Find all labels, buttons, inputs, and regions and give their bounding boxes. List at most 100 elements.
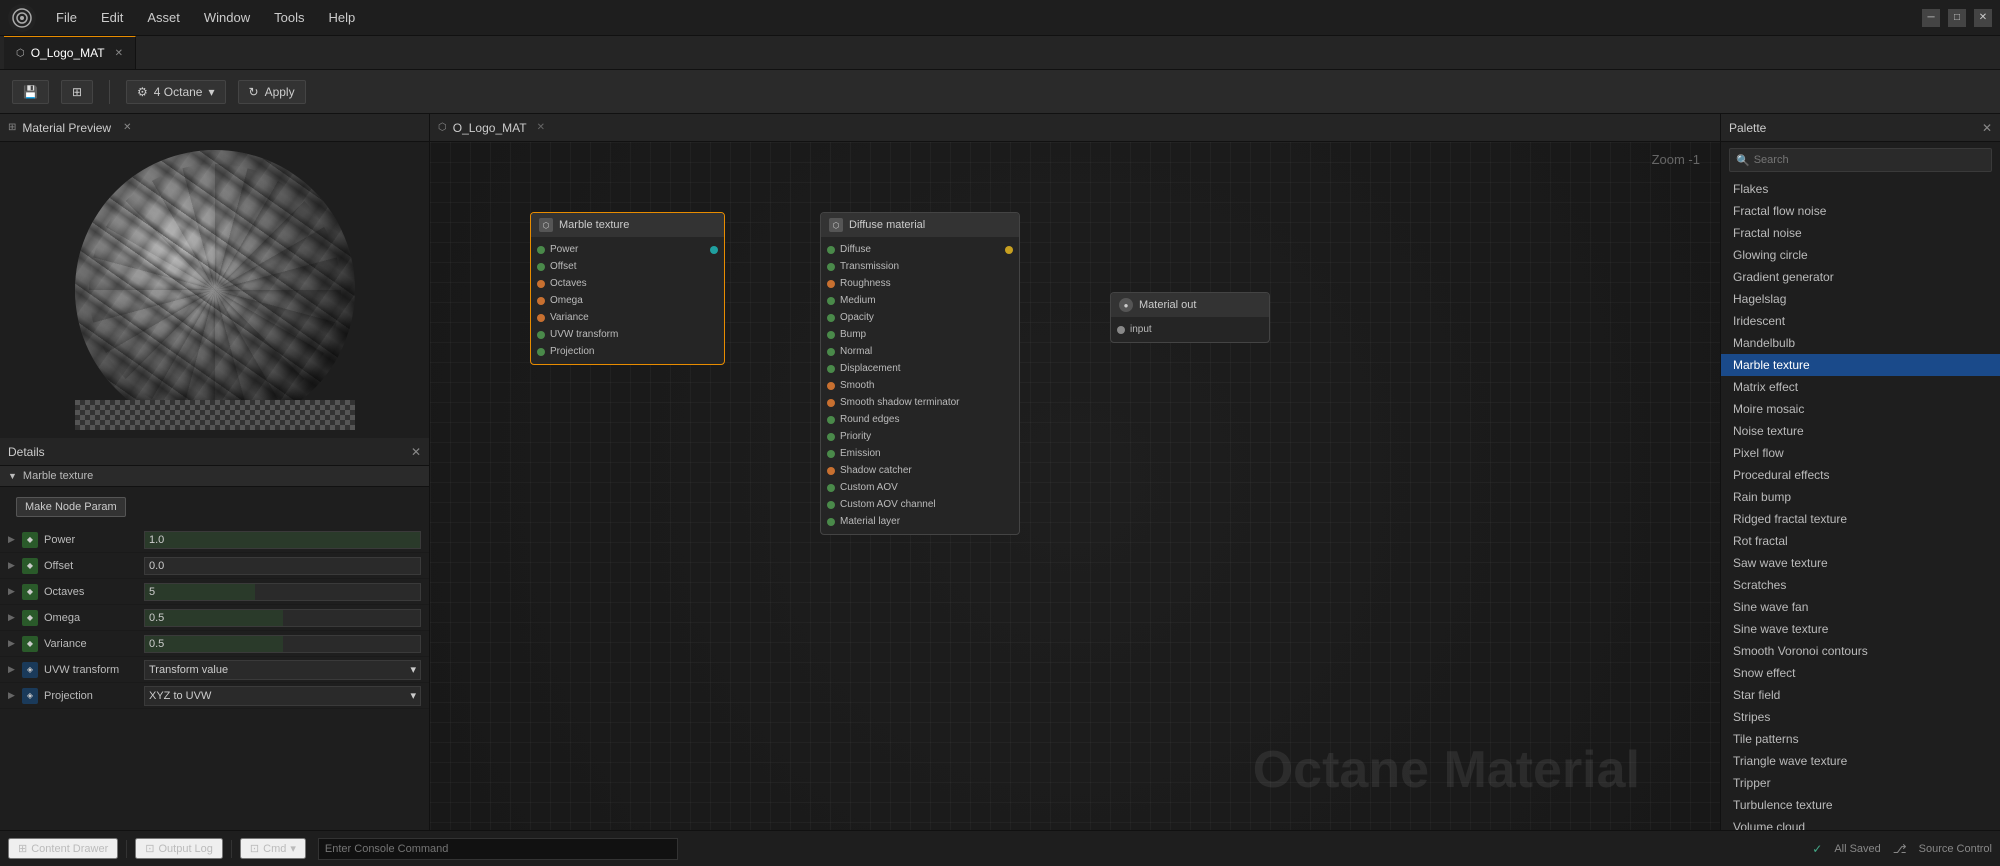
param-value-power[interactable]: 1.0: [144, 531, 421, 549]
param-expand-omega[interactable]: ▶: [8, 612, 18, 623]
param-icon-octaves: ◆: [22, 584, 38, 600]
settings-button[interactable]: ⊞: [61, 80, 93, 104]
palette-item[interactable]: Matrix effect: [1721, 376, 2000, 398]
palette-item[interactable]: Scratches: [1721, 574, 2000, 596]
palette-item[interactable]: Glowing circle: [1721, 244, 2000, 266]
param-value-omega[interactable]: 0.5: [144, 609, 421, 627]
menu-tools[interactable]: Tools: [270, 8, 308, 27]
palette-item[interactable]: Marble texture: [1721, 354, 2000, 376]
palette-item[interactable]: Rot fractal: [1721, 530, 2000, 552]
menu-help[interactable]: Help: [324, 8, 359, 27]
palette-item[interactable]: Flakes: [1721, 178, 2000, 200]
minimize-button[interactable]: ─: [1922, 9, 1940, 27]
palette-close-button[interactable]: ✕: [1982, 121, 1992, 135]
node-diffuse-material[interactable]: ⬡ Diffuse material Diffuse Transmission: [820, 212, 1020, 535]
port-label-bump: Bump: [840, 329, 866, 340]
cmd-button[interactable]: ⊡ Cmd ▾: [240, 838, 306, 859]
port-label-offset: Offset: [550, 261, 577, 272]
canvas-header: ⬡ O_Logo_MAT ✕: [430, 114, 1720, 142]
palette-item[interactable]: Ridged fractal texture: [1721, 508, 2000, 530]
menu-edit[interactable]: Edit: [97, 8, 127, 27]
save-icon: 💾: [23, 85, 38, 99]
palette-item[interactable]: Gradient generator: [1721, 266, 2000, 288]
tab-material[interactable]: ⬡ O_Logo_MAT ✕: [4, 36, 136, 69]
palette-item[interactable]: Fractal flow noise: [1721, 200, 2000, 222]
node-ports-material-out: input: [1111, 317, 1269, 342]
node-marble-texture[interactable]: ⬡ Marble texture Power Offset: [530, 212, 725, 365]
close-button[interactable]: ✕: [1974, 9, 1992, 27]
tab-close-button[interactable]: ✕: [115, 48, 123, 59]
param-text-projection: XYZ to UVW: [149, 690, 211, 702]
palette-item[interactable]: Sine wave texture: [1721, 618, 2000, 640]
param-expand-octaves[interactable]: ▶: [8, 586, 18, 597]
palette-item[interactable]: Stripes: [1721, 706, 2000, 728]
palette-item[interactable]: Snow effect: [1721, 662, 2000, 684]
node-material-out[interactable]: ● Material out input: [1110, 292, 1270, 343]
all-saved-label: All Saved: [1834, 843, 1880, 855]
canvas-area[interactable]: ⬡ O_Logo_MAT ✕ Zoom -1 Octane Material ⬡…: [430, 114, 1720, 830]
palette-search-input[interactable]: [1754, 149, 1985, 171]
palette-item[interactable]: Hagelslag: [1721, 288, 2000, 310]
make-node-param-button[interactable]: Make Node Param: [16, 497, 126, 517]
menu-file[interactable]: File: [52, 8, 81, 27]
palette-item[interactable]: Noise texture: [1721, 420, 2000, 442]
palette-item[interactable]: Sine wave fan: [1721, 596, 2000, 618]
port-dot-round-edges: [827, 416, 835, 424]
node-header-material-out: ● Material out: [1111, 293, 1269, 317]
palette-item[interactable]: Moire mosaic: [1721, 398, 2000, 420]
octane-button[interactable]: ⚙ 4 Octane ▾: [126, 80, 226, 104]
palette-item[interactable]: Turbulence texture: [1721, 794, 2000, 816]
tab-label: O_Logo_MAT: [31, 46, 105, 60]
section-arrow-icon: ▼: [8, 471, 17, 481]
save-button[interactable]: 💾: [12, 80, 49, 104]
canvas-content[interactable]: Zoom -1 Octane Material ⬡ Marble texture: [430, 142, 1720, 830]
param-expand-offset[interactable]: ▶: [8, 560, 18, 571]
port-label-emission: Emission: [840, 448, 881, 459]
output-log-button[interactable]: ⊡ Output Log: [135, 838, 223, 859]
palette-item[interactable]: Tripper: [1721, 772, 2000, 794]
content-drawer-button[interactable]: ⊞ Content Drawer: [8, 838, 118, 859]
palette-item[interactable]: Tile patterns: [1721, 728, 2000, 750]
octane-watermark: Octane Material: [1253, 740, 1640, 800]
param-value-octaves[interactable]: 5: [144, 583, 421, 601]
palette-item[interactable]: Smooth Voronoi contours: [1721, 640, 2000, 662]
marble-texture-section[interactable]: ▼ Marble texture: [0, 466, 429, 487]
console-input[interactable]: [318, 838, 678, 860]
search-icon: 🔍: [1736, 154, 1750, 167]
palette-item[interactable]: Mandelbulb: [1721, 332, 2000, 354]
status-divider-2: [231, 840, 232, 858]
palette-item[interactable]: Saw wave texture: [1721, 552, 2000, 574]
param-value-variance[interactable]: 0.5: [144, 635, 421, 653]
menu-window[interactable]: Window: [200, 8, 254, 27]
port-octaves: Octaves: [531, 275, 724, 292]
param-expand-variance[interactable]: ▶: [8, 638, 18, 649]
port-dot-omega: [537, 297, 545, 305]
palette-item[interactable]: Fractal noise: [1721, 222, 2000, 244]
canvas-tab-close[interactable]: ✕: [537, 122, 545, 133]
port-offset: Offset: [531, 258, 724, 275]
param-value-offset[interactable]: 0.0: [144, 557, 421, 575]
param-expand-projection[interactable]: ▶: [8, 690, 18, 701]
menu-asset[interactable]: Asset: [143, 8, 184, 27]
param-expand-uvw[interactable]: ▶: [8, 664, 18, 675]
content-drawer-label: Content Drawer: [31, 843, 108, 855]
param-value-projection[interactable]: XYZ to UVW ▾: [144, 686, 421, 706]
apply-button[interactable]: ↻ Apply: [238, 80, 306, 104]
palette-item[interactable]: Triangle wave texture: [1721, 750, 2000, 772]
port-label-normal: Normal: [840, 346, 872, 357]
palette-item[interactable]: Pixel flow: [1721, 442, 2000, 464]
details-close-button[interactable]: ✕: [411, 445, 421, 459]
param-value-uvw[interactable]: Transform value ▾: [144, 660, 421, 680]
palette-item[interactable]: Volume cloud: [1721, 816, 2000, 830]
palette-item[interactable]: Iridescent: [1721, 310, 2000, 332]
node-icon-material-out: ●: [1119, 298, 1133, 312]
palette-item[interactable]: Procedural effects: [1721, 464, 2000, 486]
param-expand-power[interactable]: ▶: [8, 534, 18, 545]
node-icon-marble: ⬡: [539, 218, 553, 232]
palette-item[interactable]: Star field: [1721, 684, 2000, 706]
palette-list: FlakesFractal flow noiseFractal noiseGlo…: [1721, 178, 2000, 830]
maximize-button[interactable]: □: [1948, 9, 1966, 27]
palette-item[interactable]: Rain bump: [1721, 486, 2000, 508]
palette-title: Palette: [1729, 121, 1766, 135]
preview-close-button[interactable]: ✕: [123, 122, 131, 133]
